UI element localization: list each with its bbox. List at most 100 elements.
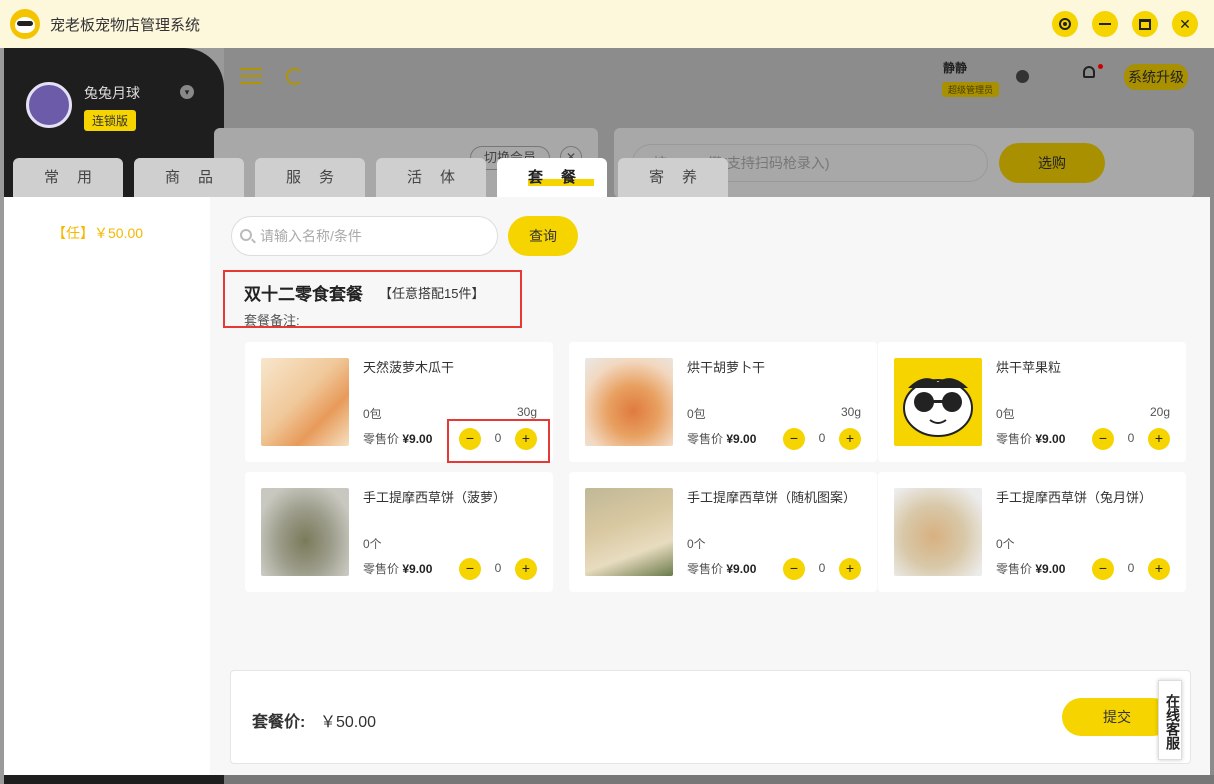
quantity-stepper: − 0 + xyxy=(459,558,539,580)
product-card: 手工提摩西草饼（菠萝） 0个 零售价 ¥9.00 − 0 + xyxy=(245,472,553,592)
tab-products[interactable]: 商品 xyxy=(134,158,244,198)
increment-button[interactable]: + xyxy=(839,558,861,580)
search-icon xyxy=(240,229,252,241)
product-price: ¥9.00 xyxy=(402,432,433,446)
search-input[interactable] xyxy=(260,226,490,246)
query-button[interactable]: 查询 xyxy=(508,216,578,256)
category-item[interactable]: 【任】￥50.00 xyxy=(52,223,143,243)
quantity-stepper: − 0 + xyxy=(1092,428,1172,450)
notification-dot xyxy=(1098,64,1103,69)
app-title: 宠老板宠物店管理系统 xyxy=(50,16,201,34)
package-price-value: ￥50.00 xyxy=(320,714,377,731)
product-card: 手工提摩西草饼（兔月饼） 0个 零售价 ¥9.00 − 0 + xyxy=(878,472,1186,592)
tab-boarding[interactable]: 寄养 xyxy=(618,158,728,198)
refresh-icon xyxy=(286,68,303,85)
increment-button[interactable]: + xyxy=(839,428,861,450)
product-card: 烘干胡萝卜干 0包 30g 零售价 ¥9.00 − 0 + xyxy=(569,342,877,462)
quantity-stepper: − 0 + xyxy=(783,558,863,580)
product-stock: 0个 xyxy=(687,537,706,551)
product-price: ¥9.00 xyxy=(726,432,757,446)
user-name: 静静 xyxy=(943,61,968,75)
quantity-value: 0 xyxy=(1127,561,1135,575)
product-price: ¥9.00 xyxy=(1035,562,1066,576)
product-thumbnail xyxy=(261,488,349,576)
upgrade-button: 系统升级 xyxy=(1124,64,1188,90)
package-price-label: 套餐价: xyxy=(252,714,306,731)
user-role-badge: 超级管理员 xyxy=(942,82,1000,97)
quantity-value: 0 xyxy=(494,561,502,575)
product-weight: 30g xyxy=(840,405,861,419)
product-stock: 0包 xyxy=(687,407,706,421)
title-bar: 宠老板宠物店管理系统 ✕ xyxy=(0,0,1214,48)
product-thumbnail xyxy=(894,488,982,576)
product-name: 手工提摩西草饼（兔月饼） xyxy=(996,490,1153,505)
close-icon[interactable]: ✕ xyxy=(1172,11,1198,37)
decrement-button[interactable]: − xyxy=(783,558,805,580)
stepper-highlight xyxy=(447,419,550,463)
panda-logo-icon xyxy=(903,378,973,437)
minimize-icon[interactable] xyxy=(1092,11,1118,37)
price-label: 零售价 ¥9.00 xyxy=(363,562,433,576)
quantity-stepper: − 0 + xyxy=(783,428,863,450)
online-service-button[interactable]: 在线客服 xyxy=(1158,680,1182,760)
price-label: 零售价 ¥9.00 xyxy=(363,432,433,446)
tab-common[interactable]: 常用 xyxy=(13,158,123,198)
product-price: ¥9.00 xyxy=(726,562,757,576)
product-price: ¥9.00 xyxy=(402,562,433,576)
product-thumbnail xyxy=(261,358,349,446)
menu-icon xyxy=(240,68,262,89)
decrement-button[interactable]: − xyxy=(459,558,481,580)
chevron-down-icon: ▾ xyxy=(180,85,194,99)
quantity-stepper: − 0 + xyxy=(1092,558,1172,580)
app-logo-icon xyxy=(10,9,40,39)
package-title: 双十二零食套餐 xyxy=(244,285,363,304)
product-name: 烘干胡萝卜干 xyxy=(687,360,766,375)
background-bottom xyxy=(224,775,1214,784)
product-thumbnail xyxy=(585,488,673,576)
window-controls: ✕ xyxy=(1052,11,1198,37)
tab-live-pets[interactable]: 活体 xyxy=(376,158,486,198)
product-stock: 0个 xyxy=(996,537,1015,551)
product-name: 烘干苹果粒 xyxy=(996,360,1062,375)
product-card: 手工提摩西草饼（随机图案） 0个 零售价 ¥9.00 − 0 + xyxy=(569,472,877,592)
increment-button[interactable]: + xyxy=(1148,428,1170,450)
package-note-label: 套餐备注: xyxy=(244,313,300,328)
submit-button[interactable]: 提交 xyxy=(1062,698,1172,736)
select-button: 选购 xyxy=(999,143,1105,183)
price-label: 零售价 ¥9.00 xyxy=(687,432,757,446)
chevron-down-icon xyxy=(1016,70,1029,83)
increment-button[interactable]: + xyxy=(515,558,537,580)
product-price: ¥9.00 xyxy=(1035,432,1066,446)
maximize-icon[interactable] xyxy=(1132,11,1158,37)
product-thumbnail xyxy=(894,358,982,446)
store-badge: 连锁版 xyxy=(84,110,137,131)
product-stock: 0个 xyxy=(363,537,382,551)
decrement-button[interactable]: − xyxy=(783,428,805,450)
target-icon[interactable] xyxy=(1052,11,1078,37)
product-name: 手工提摩西草饼（随机图案） xyxy=(687,490,857,505)
bell-icon xyxy=(1083,66,1095,78)
tab-packages[interactable]: 套餐 xyxy=(497,158,607,198)
product-name: 手工提摩西草饼（菠萝） xyxy=(363,490,507,505)
product-name: 天然菠萝木瓜干 xyxy=(363,360,455,375)
decrement-button[interactable]: − xyxy=(1092,558,1114,580)
price-label: 零售价 ¥9.00 xyxy=(996,432,1066,446)
product-weight: 30g xyxy=(516,405,537,419)
store-name: 兔兔月球 xyxy=(84,85,140,101)
product-stock: 0包 xyxy=(363,407,382,421)
product-thumbnail xyxy=(585,358,673,446)
package-category-list xyxy=(4,197,210,775)
price-label: 零售价 ¥9.00 xyxy=(687,562,757,576)
tab-services[interactable]: 服务 xyxy=(255,158,365,198)
price-label: 零售价 ¥9.00 xyxy=(996,562,1066,576)
store-avatar xyxy=(26,82,72,128)
increment-button[interactable]: + xyxy=(1148,558,1170,580)
package-rule: 【任意搭配15件】 xyxy=(379,286,485,301)
product-card: 烘干苹果粒 0包 20g 零售价 ¥9.00 − 0 + xyxy=(878,342,1186,462)
decrement-button[interactable]: − xyxy=(1092,428,1114,450)
quantity-value: 0 xyxy=(1127,431,1135,445)
quantity-value: 0 xyxy=(818,561,826,575)
quantity-value: 0 xyxy=(818,431,826,445)
product-stock: 0包 xyxy=(996,407,1015,421)
product-weight: 20g xyxy=(1149,405,1170,419)
